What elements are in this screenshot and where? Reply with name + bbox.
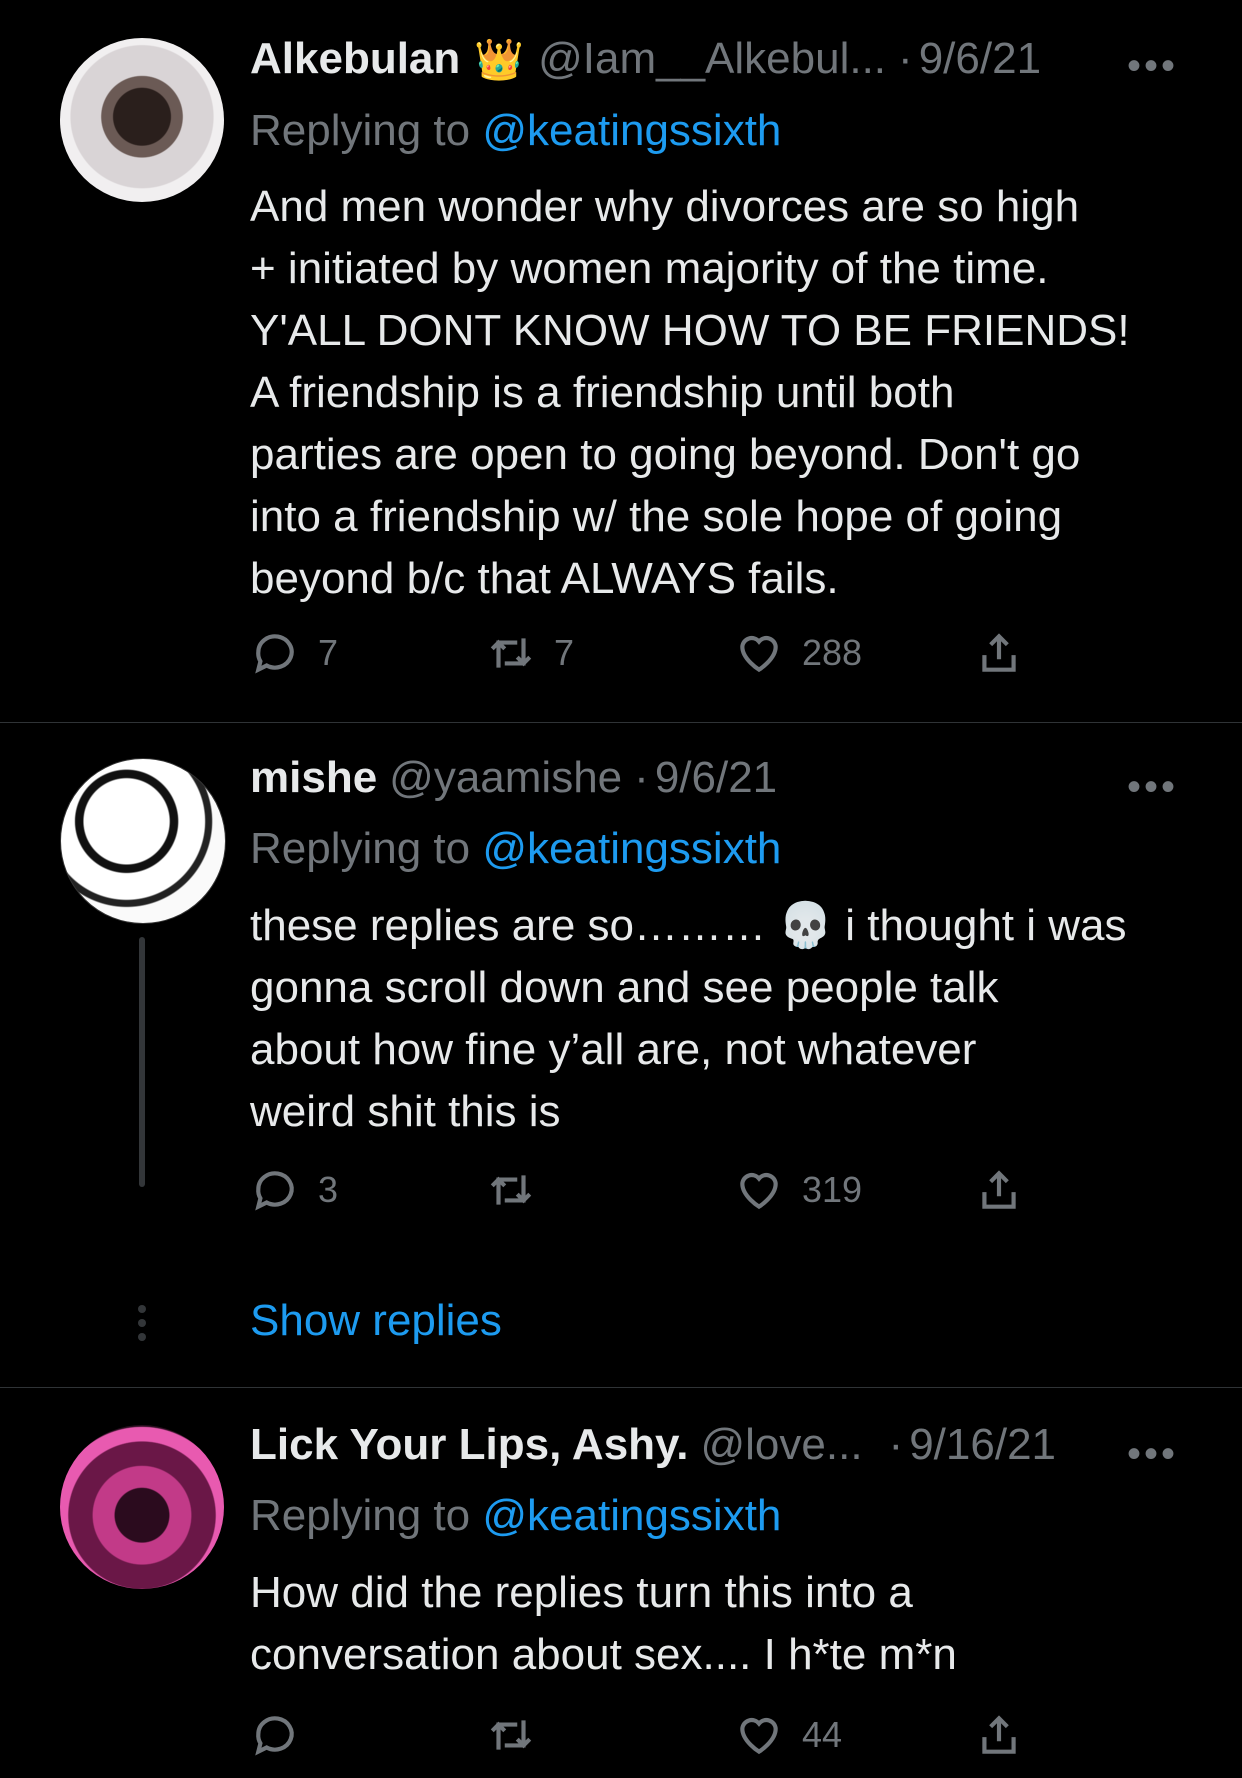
avatar[interactable] [60, 758, 226, 924]
timestamp[interactable]: 9/6/21 [919, 34, 1041, 84]
mention-link[interactable]: @keatingssixth [482, 1491, 781, 1540]
handle[interactable]: @yaamishe [389, 753, 622, 803]
retweet-count: 7 [554, 632, 575, 673]
tweet-3[interactable]: Lick Your Lips, Ashy. @love... · 9/16/21… [0, 1388, 1242, 1778]
reply-count: 3 [318, 1169, 339, 1210]
display-name[interactable]: Lick Your Lips, Ashy. [250, 1420, 688, 1470]
display-name[interactable]: mishe [250, 753, 377, 803]
tweet-text-line: beyond b/c that ALWAYS fails. [250, 554, 839, 603]
tweet-text-line: A friendship is a friendship until both [250, 368, 955, 417]
tweet-text-line: about how fine y’all are, not whatever [250, 1025, 977, 1074]
tweet-text-line: Y'ALL DONT KNOW HOW TO BE FRIENDS! [250, 306, 1130, 355]
like-count: 44 [802, 1714, 843, 1755]
like-button[interactable]: 319 [734, 1165, 862, 1215]
replying-prefix: Replying to [250, 824, 471, 873]
tweet-text-line: And men wonder why divorces are so high [250, 182, 1080, 231]
separator: · [898, 34, 913, 83]
more-options-icon[interactable]: ••• [1127, 46, 1178, 86]
replying-to: Replying to @keatingssixth [250, 106, 781, 156]
reply-icon [255, 634, 294, 674]
handle[interactable]: @Iam__Alkebul... [538, 34, 886, 84]
tweet-2[interactable]: mishe @yaamishe · 9/6/21 ••• Replying to… [0, 723, 1242, 1387]
retweet-icon [490, 1720, 532, 1750]
like-count: 319 [802, 1169, 863, 1210]
share-icon [982, 633, 1016, 672]
display-name[interactable]: Alkebulan [250, 34, 460, 84]
timestamp[interactable]: 9/6/21 [655, 753, 777, 803]
mention-link[interactable]: @keatingssixth [482, 106, 781, 155]
more-options-icon[interactable]: ••• [1127, 767, 1178, 807]
share-button[interactable] [974, 628, 1024, 678]
mention-link[interactable]: @keatingssixth [482, 824, 781, 873]
tweet-text: these replies are so……… 💀 i thought i wa… [250, 895, 1190, 1143]
tweet-text-line: + initiated by women majority of the tim… [250, 244, 1049, 293]
reply-count: 7 [318, 632, 339, 673]
reply-button[interactable] [250, 1710, 318, 1760]
more-replies-dots-icon [135, 1305, 149, 1347]
timestamp[interactable]: 9/16/21 [909, 1420, 1056, 1470]
retweet-button[interactable]: 7 [486, 628, 574, 678]
replying-to: Replying to @keatingssixth [250, 824, 781, 874]
reply-icon [255, 1171, 294, 1211]
share-button[interactable] [974, 1710, 1024, 1760]
retweet-button[interactable] [486, 1710, 554, 1760]
reply-button[interactable]: 3 [250, 1165, 338, 1215]
crown-emoji: 👑 [474, 38, 525, 82]
replying-prefix: Replying to [250, 106, 471, 155]
separator: · [634, 753, 649, 802]
tweet-1[interactable]: Alkebulan 👑 @Iam__Alkebul... · 9/6/21 ••… [0, 0, 1242, 722]
replying-to: Replying to @keatingssixth [250, 1491, 781, 1541]
share-button[interactable] [974, 1165, 1024, 1215]
tweet-text-line: conversation about sex.... I h*te m*n [250, 1630, 957, 1679]
tweet-text-line: parties are open to going beyond. Don't … [250, 430, 1081, 479]
avatar[interactable] [60, 1425, 224, 1589]
handle[interactable]: @love... [700, 1420, 862, 1470]
tweet-text-line: weird shit this is [250, 1087, 561, 1136]
reply-icon [255, 1716, 294, 1756]
heart-icon [740, 1172, 778, 1210]
share-icon [982, 1715, 1016, 1754]
tweet-text-line: How did the replies turn this into a [250, 1568, 913, 1617]
tweet-text-line: these replies are so……… 💀 i thought i wa… [250, 901, 1127, 950]
like-button[interactable]: 44 [734, 1710, 842, 1760]
avatar[interactable] [60, 38, 224, 202]
tweet-text-line: into a friendship w/ the sole hope of go… [250, 492, 1063, 541]
share-icon [982, 1170, 1016, 1209]
heart-icon [740, 635, 778, 673]
heart-icon [740, 1717, 778, 1755]
show-replies-link[interactable]: Show replies [250, 1296, 502, 1346]
tweet-text: How did the replies turn this into a con… [250, 1562, 1190, 1686]
like-button[interactable]: 288 [734, 628, 862, 678]
retweet-icon [490, 638, 532, 668]
replying-prefix: Replying to [250, 1491, 471, 1540]
separator: · [888, 1420, 904, 1469]
retweet-button[interactable] [486, 1165, 554, 1215]
tweet-text-line: gonna scroll down and see people talk [250, 963, 999, 1012]
like-count: 288 [802, 632, 863, 673]
more-options-icon[interactable]: ••• [1127, 1434, 1178, 1474]
reply-button[interactable]: 7 [250, 628, 338, 678]
tweet-text: And men wonder why divorces are so high … [250, 176, 1190, 610]
thread-line [139, 937, 145, 1187]
retweet-icon [490, 1175, 532, 1205]
